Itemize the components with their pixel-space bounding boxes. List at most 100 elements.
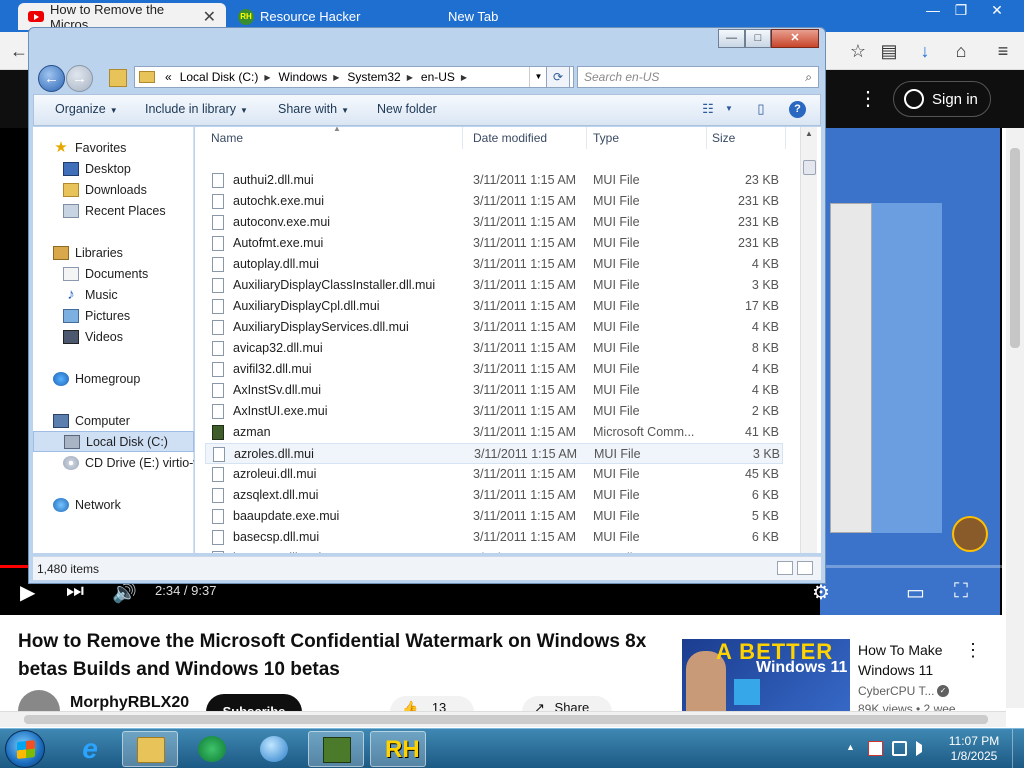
- nav-item-desktop[interactable]: Desktop: [33, 158, 194, 179]
- file-row[interactable]: baaupdate.exe.mui 3/11/2011 1:15 AM MUI Fi…: [205, 506, 783, 527]
- file-list-scrollbar[interactable]: ▲: [800, 127, 817, 553]
- column-header-size[interactable]: Size: [706, 127, 786, 149]
- tab-youtube-video[interactable]: How to Remove the Micros ✕: [18, 2, 226, 32]
- sign-in-button[interactable]: Sign in: [893, 81, 991, 117]
- nav-item-downloads[interactable]: Downloads: [33, 179, 194, 200]
- breadcrumb-windows[interactable]: Windows ▶: [275, 70, 344, 84]
- breadcrumb-system32[interactable]: System32 ▶: [343, 70, 417, 84]
- taskbar-resource-hacker[interactable]: RH: [370, 731, 426, 767]
- share-with-button[interactable]: Share with ▼: [278, 102, 349, 116]
- share-button[interactable]: ↗ Share: [522, 696, 612, 712]
- downloads-icon[interactable]: ↓: [912, 38, 938, 64]
- column-header-type[interactable]: Type: [587, 127, 707, 149]
- recommended-video-thumbnail[interactable]: A BETTER Windows 11: [682, 639, 850, 711]
- search-box[interactable]: Search en-US ⌕: [577, 66, 819, 88]
- recommended-video-title[interactable]: How To Make Windows 11: [858, 640, 978, 680]
- file-row[interactable]: autoconv.exe.mui 3/11/2011 1:15 AM MUI Fil…: [205, 212, 783, 233]
- nav-item-local-disk-c[interactable]: Local Disk (C:): [33, 431, 194, 452]
- search-icon[interactable]: ⌕: [805, 70, 812, 85]
- breadcrumb-arrow-icon[interactable]: ▶: [407, 73, 413, 82]
- reading-list-icon[interactable]: ▤: [876, 38, 902, 64]
- scroll-up-arrow-icon[interactable]: ▲: [805, 129, 813, 138]
- network-status-icon[interactable]: [892, 741, 907, 756]
- refresh-icon[interactable]: ⟳: [546, 66, 570, 88]
- nav-item-videos[interactable]: Videos: [33, 326, 194, 347]
- breadcrumb-arrow-icon[interactable]: ▶: [333, 73, 339, 82]
- page-horizontal-scrollbar[interactable]: [0, 711, 1006, 727]
- nav-item-pictures[interactable]: Pictures: [33, 305, 194, 326]
- column-header-date-modified[interactable]: Date modified: [467, 127, 587, 149]
- explorer-close-button[interactable]: ✕: [771, 29, 819, 48]
- include-in-library-button[interactable]: Include in library ▼: [145, 102, 248, 116]
- tab-resource-hacker[interactable]: RH Resource Hacker: [228, 3, 428, 30]
- new-folder-button[interactable]: New folder: [377, 102, 437, 116]
- recommended-channel-name[interactable]: CyberCPU T...: [858, 684, 934, 698]
- nav-item-music[interactable]: ♪ Music: [33, 284, 194, 305]
- explorer-maximize-button[interactable]: □: [745, 29, 771, 48]
- preview-pane-icon[interactable]: ▯: [752, 101, 770, 117]
- taskbar-network-globe[interactable]: [246, 731, 302, 767]
- view-dropdown-icon[interactable]: ▼: [720, 104, 738, 120]
- address-dropdown-icon[interactable]: ▼: [529, 67, 547, 87]
- file-row[interactable]: AuxiliaryDisplayServices.dll.mui 3/11/201…: [205, 317, 783, 338]
- favorite-star-icon[interactable]: ☆: [845, 38, 871, 64]
- explorer-titlebar[interactable]: — □ ✕: [29, 28, 825, 63]
- file-row[interactable]: avicap32.dll.mui 3/11/2011 1:15 AM MUI Fil…: [205, 338, 783, 359]
- file-row[interactable]: avifil32.dll.mui 3/11/2011 1:15 AM MUI Fil…: [205, 359, 783, 380]
- nav-item-favorites[interactable]: ★ Favorites: [33, 137, 194, 158]
- taskbar-file-explorer[interactable]: [122, 731, 178, 767]
- nav-item-homegroup[interactable]: Homegroup: [33, 368, 194, 389]
- taskbar-resource-viewer[interactable]: [308, 731, 364, 767]
- taskbar-internet-explorer[interactable]: e: [62, 731, 118, 767]
- nav-item-documents[interactable]: Documents: [33, 263, 194, 284]
- tab-close-icon[interactable]: ✕: [203, 7, 216, 27]
- show-desktop-button[interactable]: [1012, 729, 1024, 768]
- fullscreen-icon[interactable]: ⛶: [954, 580, 968, 603]
- header-more-icon[interactable]: ⋮: [858, 86, 878, 111]
- file-row[interactable]: AuxiliaryDisplayCpl.dll.mui 3/11/2011 1:1…: [205, 296, 783, 317]
- file-row[interactable]: azman 3/11/2011 1:15 AM Microsoft Comm... 4…: [205, 422, 783, 443]
- file-row[interactable]: basecsp.dll.mui 3/11/2011 1:15 AM MUI File…: [205, 527, 783, 548]
- nav-item-computer[interactable]: Computer: [33, 410, 194, 431]
- recent-pages-folder-icon[interactable]: [109, 69, 127, 87]
- forward-arrow-icon[interactable]: →: [66, 65, 93, 92]
- file-row[interactable]: AuxiliaryDisplayClassInstaller.dll.mui 3/…: [205, 275, 783, 296]
- scrollbar-thumb[interactable]: [803, 160, 816, 175]
- home-icon[interactable]: ⌂: [948, 38, 974, 64]
- browser-close-button[interactable]: ✕: [980, 0, 1014, 20]
- taskbar-green-app[interactable]: [184, 731, 240, 767]
- breadcrumb-arrow-icon[interactable]: ▶: [461, 73, 467, 82]
- breadcrumb-overflow[interactable]: «: [161, 70, 176, 84]
- show-hidden-icons-icon[interactable]: ▲: [846, 742, 855, 752]
- file-row[interactable]: authui2.dll.mui 3/11/2011 1:15 AM MUI File…: [205, 170, 783, 191]
- file-row[interactable]: batmeter.dll.mui3/11/2011 1:15 AMMUI Fil…: [205, 548, 783, 553]
- large-icons-view-icon[interactable]: [797, 561, 813, 575]
- help-icon[interactable]: ?: [789, 101, 806, 118]
- file-row[interactable]: azsqlext.dll.mui 3/11/2011 1:15 AM MUI Fil…: [205, 485, 783, 506]
- file-row[interactable]: AxInstUI.exe.mui 3/11/2011 1:15 AM MUI Fil…: [205, 401, 783, 422]
- browser-menu-icon[interactable]: ≡: [990, 38, 1016, 64]
- scrollbar-thumb[interactable]: [1010, 148, 1020, 348]
- speaker-icon[interactable]: [916, 741, 926, 756]
- action-center-flag-icon[interactable]: [868, 741, 883, 756]
- channel-name[interactable]: MorphyRBLX20: [70, 694, 189, 712]
- explorer-minimize-button[interactable]: —: [718, 29, 745, 48]
- file-row[interactable]: autoplay.dll.mui 3/11/2011 1:15 AM MUI Fil…: [205, 254, 783, 275]
- file-row[interactable]: azroles.dll.mui 3/11/2011 1:15 AM MUI File…: [205, 443, 783, 464]
- file-row[interactable]: Autofmt.exe.mui 3/11/2011 1:15 AM MUI File…: [205, 233, 783, 254]
- system-clock[interactable]: 11:07 PM 1/8/2025: [942, 734, 1006, 764]
- breadcrumb-local-disk[interactable]: Local Disk (C:) ▶: [176, 70, 275, 84]
- nav-item-recent-places[interactable]: Recent Places: [33, 200, 194, 221]
- theater-mode-icon[interactable]: ▭: [906, 580, 925, 605]
- change-view-icon[interactable]: ☷: [699, 101, 717, 117]
- tab-new-tab[interactable]: New Tab: [438, 3, 618, 30]
- organize-button[interactable]: Organize ▼: [55, 102, 118, 116]
- page-vertical-scrollbar[interactable]: [1006, 128, 1024, 708]
- back-arrow-icon[interactable]: ←: [38, 65, 65, 92]
- start-button[interactable]: [5, 730, 45, 768]
- scrollbar-thumb[interactable]: [24, 715, 988, 724]
- details-view-icon[interactable]: [777, 561, 793, 575]
- nav-item-libraries[interactable]: Libraries: [33, 242, 194, 263]
- like-button[interactable]: 👍 13: [390, 696, 474, 712]
- recommended-more-icon[interactable]: ⋮: [964, 640, 982, 661]
